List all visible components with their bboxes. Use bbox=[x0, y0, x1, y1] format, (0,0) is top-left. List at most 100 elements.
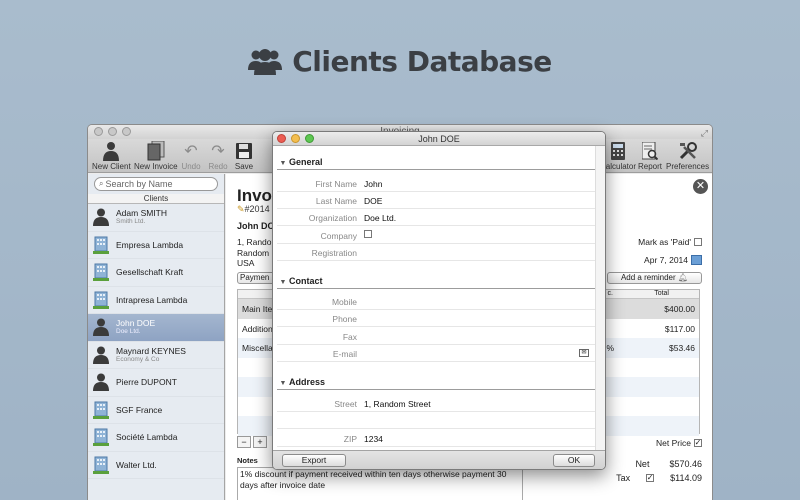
client-list-item[interactable]: Gesellschaft Kraft bbox=[88, 259, 224, 287]
hero-title: Clients Database bbox=[292, 44, 552, 78]
undo-button[interactable]: ↶ Undo bbox=[181, 140, 201, 171]
calculator-icon bbox=[611, 142, 625, 160]
fax-field[interactable]: Fax bbox=[277, 328, 595, 345]
first-name-field[interactable]: First Name John bbox=[277, 175, 595, 192]
client-name: Adam SMITH bbox=[116, 208, 168, 219]
pencil-icon: ✎ bbox=[237, 204, 245, 214]
dialog-scrollbar[interactable] bbox=[595, 146, 605, 450]
building-icon bbox=[92, 427, 110, 447]
item-tax-rate: % bbox=[606, 343, 614, 353]
client-text: Pierre DUPONT bbox=[116, 377, 177, 387]
net-price-toggle[interactable]: Net Price ✓ bbox=[656, 438, 702, 448]
organization-field[interactable]: Organization Doe Ltd. bbox=[277, 209, 595, 226]
tax-total: Tax ✓ $114.09 bbox=[616, 473, 702, 483]
client-name: Intrapresa Lambda bbox=[116, 294, 188, 305]
ok-button[interactable]: OK bbox=[553, 454, 595, 467]
dialog-title: John DOE bbox=[418, 134, 460, 144]
zip-field[interactable]: ZIP 1234 bbox=[277, 430, 595, 447]
disclosure-triangle-icon[interactable]: ▼ bbox=[277, 376, 289, 392]
client-name: Empresa Lambda bbox=[116, 239, 184, 250]
search-input[interactable]: ⌕ Search by Name bbox=[94, 177, 218, 191]
main-close-button[interactable] bbox=[94, 127, 103, 136]
client-list-item[interactable]: Intrapresa Lambda bbox=[88, 287, 224, 314]
client-text: Intrapresa Lambda bbox=[116, 295, 187, 305]
new-invoice-button[interactable]: New Invoice bbox=[134, 140, 178, 171]
net-price-checkbox[interactable]: ✓ bbox=[694, 439, 702, 447]
invoice-client: John DO bbox=[237, 221, 275, 231]
main-minimize-button[interactable] bbox=[108, 127, 117, 136]
client-list-item[interactable]: SGF France bbox=[88, 397, 224, 424]
remove-row-button[interactable]: − bbox=[237, 436, 251, 448]
section-contact[interactable]: ▼ Contact bbox=[277, 273, 595, 289]
disclosure-triangle-icon[interactable]: ▼ bbox=[277, 275, 289, 291]
clients-header: Clients bbox=[88, 194, 224, 204]
invoice-title: Invoi bbox=[237, 186, 277, 205]
report-icon bbox=[642, 142, 658, 160]
net-total: Net $570.46 bbox=[635, 459, 702, 469]
last-name-field[interactable]: Last Name DOE bbox=[277, 192, 595, 209]
disclosure-triangle-icon[interactable]: ▼ bbox=[277, 156, 289, 172]
fullscreen-icon[interactable]: ⤢ bbox=[701, 126, 708, 140]
mark-paid-checkbox[interactable] bbox=[694, 238, 702, 246]
mail-icon[interactable]: ✉ bbox=[579, 349, 589, 357]
street-line2-field[interactable] bbox=[277, 412, 595, 429]
users-group-icon bbox=[248, 49, 283, 75]
registration-field[interactable]: Registration bbox=[277, 244, 595, 261]
payment-button[interactable]: Paymen bbox=[237, 272, 277, 284]
invoice-number[interactable]: ✎#2014 bbox=[237, 204, 270, 215]
client-list-item[interactable]: John DOE Doe Ltd. bbox=[88, 314, 224, 342]
section-general[interactable]: ▼ General bbox=[277, 154, 595, 170]
redo-icon: ↷ bbox=[211, 143, 225, 160]
client-text: John DOE Doe Ltd. bbox=[116, 318, 155, 336]
main-zoom-button[interactable] bbox=[122, 127, 131, 136]
redo-button[interactable]: ↷ Redo bbox=[208, 140, 228, 171]
dialog-zoom-button[interactable] bbox=[305, 134, 314, 143]
search-placeholder: Search by Name bbox=[105, 179, 173, 189]
client-list-item[interactable]: Adam SMITH Smith Ltd. bbox=[88, 204, 224, 232]
client-text: Empresa Lambda bbox=[116, 240, 183, 250]
mobile-field[interactable]: Mobile bbox=[277, 293, 595, 310]
calendar-icon[interactable] bbox=[691, 255, 702, 265]
new-client-button[interactable]: New Client bbox=[92, 140, 131, 171]
dialog-minimize-button[interactable] bbox=[291, 134, 300, 143]
building-icon bbox=[92, 290, 110, 310]
tools-icon bbox=[679, 142, 697, 160]
close-invoice-icon[interactable]: ✕ bbox=[693, 179, 708, 194]
company-field: Company bbox=[277, 227, 595, 244]
client-list-item[interactable]: Pierre DUPONT bbox=[88, 369, 224, 397]
add-reminder-button[interactable]: Add a reminder 🔔︎ bbox=[607, 272, 702, 284]
client-list-item[interactable]: Société Lambda bbox=[88, 424, 224, 452]
client-name: Walter Ltd. bbox=[116, 459, 157, 470]
building-icon bbox=[92, 455, 110, 475]
person-icon bbox=[103, 142, 120, 161]
client-list-item[interactable]: Walter Ltd. bbox=[88, 452, 224, 479]
phone-field[interactable]: Phone bbox=[277, 310, 595, 327]
save-button[interactable]: Save bbox=[234, 140, 254, 171]
item-description: Addition bbox=[242, 323, 273, 334]
client-name: SGF France bbox=[116, 404, 163, 415]
client-name: Société Lambda bbox=[116, 432, 178, 443]
person-icon bbox=[92, 317, 110, 337]
email-field[interactable]: E-mail ✉ bbox=[277, 345, 595, 362]
report-button[interactable]: Report bbox=[638, 140, 662, 171]
client-list-item[interactable]: Empresa Lambda bbox=[88, 232, 224, 259]
floppy-icon bbox=[236, 143, 252, 159]
section-address[interactable]: ▼ Address bbox=[277, 374, 595, 390]
dialog-close-button[interactable] bbox=[277, 134, 286, 143]
client-list-item[interactable]: Maynard KEYNES Economy & Co bbox=[88, 342, 224, 369]
preferences-button[interactable]: Preferences bbox=[666, 140, 709, 171]
dialog-titlebar: John DOE bbox=[273, 132, 605, 146]
client-list: Adam SMITH Smith Ltd. Empresa Lambda Gesell… bbox=[88, 204, 224, 479]
mark-paid-toggle[interactable]: Mark as 'Paid' bbox=[638, 237, 702, 247]
export-button[interactable]: Export bbox=[282, 454, 346, 467]
add-row-button[interactable]: + bbox=[253, 436, 267, 448]
item-total: $117.00 bbox=[664, 323, 695, 334]
invoice-date[interactable]: Apr 7, 2014 bbox=[644, 255, 702, 265]
row-buttons: − + bbox=[237, 436, 269, 448]
street-field[interactable]: Street 1, Random Street bbox=[277, 395, 595, 412]
tax-checkbox[interactable]: ✓ bbox=[646, 474, 655, 482]
notes-textarea[interactable]: 1% discount if payment received within t… bbox=[237, 467, 523, 500]
company-checkbox[interactable] bbox=[364, 230, 372, 238]
item-total: $53.46 bbox=[669, 343, 695, 353]
client-name: John DOE bbox=[116, 318, 156, 329]
